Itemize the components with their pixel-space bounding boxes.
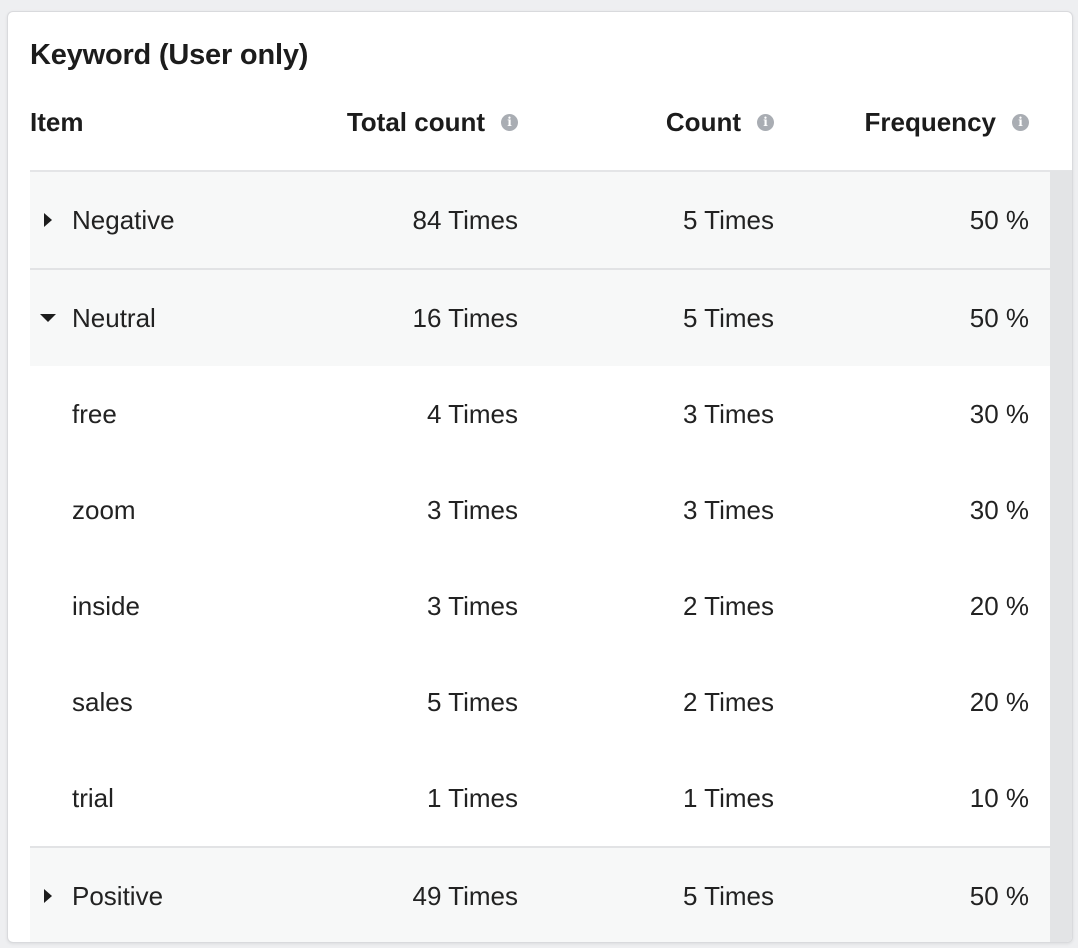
cell-frequency: 20 % [969,590,1029,621]
cell-total-count: 84 Times [412,204,519,235]
info-icon[interactable]: i [501,113,518,131]
cell-total-count: 16 Times [412,302,519,333]
column-header-frequency[interactable]: Frequency i [864,102,1029,142]
cell-frequency: 30 % [969,494,1029,525]
cell-count: 2 Times [682,590,774,621]
cell-item: Neutral [72,302,156,333]
table-row-group-negative[interactable]: Negative 84 Times 5 Times 50 % [30,172,1050,268]
cell-frequency: 30 % [969,398,1029,429]
cell-count: 5 Times [682,204,774,235]
cell-item: Negative [72,204,175,235]
column-header-frequency-label: Frequency [864,106,997,137]
cell-count: 3 Times [682,398,774,429]
table-row[interactable]: zoom 3 Times 3 Times 30 % [30,462,1050,558]
table-row[interactable]: free 4 Times 3 Times 30 % [30,366,1050,462]
caret-right-icon[interactable] [38,172,58,268]
cell-item: zoom [72,494,136,525]
table-header: Item Total count i Count i Frequency i [30,102,1050,142]
table-body: Negative 84 Times 5 Times 50 % Neutral 1… [30,172,1050,942]
cell-frequency: 10 % [969,782,1029,813]
table-row[interactable]: sales 5 Times 2 Times 20 % [30,654,1050,750]
caret-down-icon[interactable] [38,270,58,366]
keyword-panel: Keyword (User only) Item Total count i C… [7,11,1073,943]
cell-frequency: 50 % [969,880,1029,911]
cell-total-count: 5 Times [426,686,518,717]
cell-item: Positive [72,880,164,911]
column-header-count[interactable]: Count i [666,102,774,142]
cell-item: trial [72,782,114,813]
column-header-total-count-label: Total count [346,106,485,137]
column-header-item[interactable]: Item [30,102,83,142]
cell-total-count: 3 Times [426,494,518,525]
info-icon[interactable]: i [757,113,774,131]
cell-item: sales [72,686,133,717]
table-row-group-positive[interactable]: Positive 49 Times 5 Times 50 % [30,846,1050,942]
cell-count: 5 Times [682,302,774,333]
cell-item: inside [72,590,140,621]
cell-count: 1 Times [682,782,774,813]
table-row[interactable]: trial 1 Times 1 Times 10 % [30,750,1050,846]
info-icon[interactable]: i [1012,113,1029,131]
cell-total-count: 1 Times [426,782,518,813]
table-row-group-neutral[interactable]: Neutral 16 Times 5 Times 50 % [30,268,1050,366]
vertical-scrollbar[interactable] [1050,171,1072,942]
panel-title: Keyword (User only) [30,39,309,71]
column-header-total-count[interactable]: Total count i [347,102,518,142]
cell-count: 5 Times [682,880,774,911]
table-row[interactable]: inside 3 Times 2 Times 20 % [30,558,1050,654]
cell-item: free [72,398,117,429]
cell-count: 2 Times [682,686,774,717]
column-header-count-label: Count [665,106,741,137]
cell-frequency: 20 % [969,686,1029,717]
caret-right-icon[interactable] [38,848,58,942]
cell-total-count: 3 Times [426,590,518,621]
cell-count: 3 Times [682,494,774,525]
cell-total-count: 4 Times [426,398,518,429]
cell-frequency: 50 % [969,204,1029,235]
cell-frequency: 50 % [969,302,1029,333]
cell-total-count: 49 Times [412,880,519,911]
column-header-item-label: Item [30,106,84,137]
